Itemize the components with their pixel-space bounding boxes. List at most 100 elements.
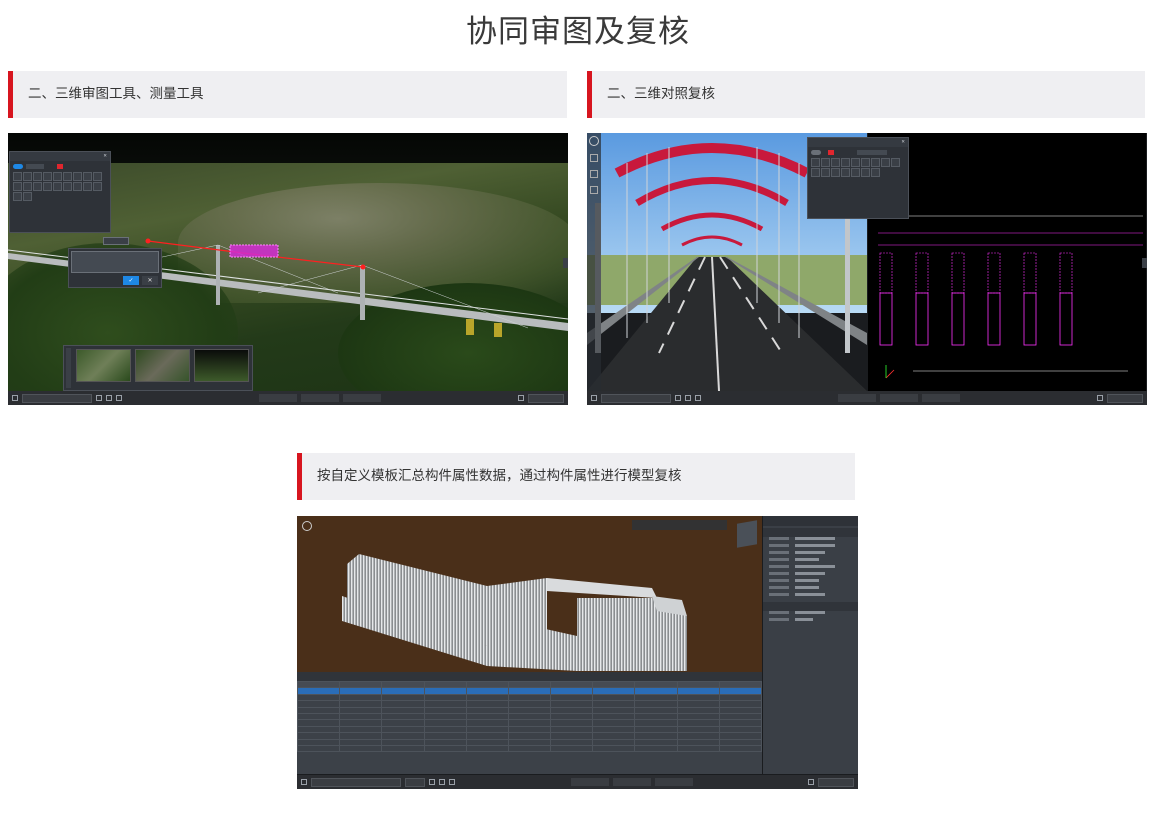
color-swatch[interactable]	[828, 150, 834, 155]
view-select[interactable]	[405, 777, 425, 787]
grid-icon[interactable]	[439, 779, 445, 785]
mode-select[interactable]	[818, 777, 854, 787]
tool-button[interactable]	[33, 182, 42, 191]
mode-select[interactable]	[1107, 393, 1143, 403]
tool-button[interactable]	[63, 182, 72, 191]
bridge-strut	[494, 323, 502, 337]
view-cube[interactable]	[737, 520, 757, 548]
layer-icon[interactable]	[96, 395, 102, 401]
tool-button[interactable]	[13, 192, 22, 201]
status-bar	[587, 391, 1147, 405]
file-icon	[301, 779, 307, 785]
tool-button[interactable]	[831, 158, 840, 167]
tool-button[interactable]	[871, 168, 880, 177]
cad-pier	[951, 252, 965, 294]
tool-button[interactable]	[33, 172, 42, 181]
viewpoint-thumbnail[interactable]	[76, 349, 131, 382]
tool-button[interactable]	[23, 192, 32, 201]
tool-button[interactable]	[83, 182, 92, 191]
toggle-switch[interactable]	[13, 164, 23, 169]
home-icon[interactable]	[302, 521, 312, 531]
tool-button[interactable]	[841, 168, 850, 177]
toggle-field[interactable]	[26, 164, 44, 169]
tool-button[interactable]	[891, 158, 900, 167]
cancel-button[interactable]: ✕	[142, 276, 158, 285]
tool-button[interactable]	[93, 172, 102, 181]
tool-icon[interactable]	[590, 186, 598, 194]
property-row	[763, 611, 858, 618]
annotation-textarea[interactable]	[71, 251, 159, 273]
road-surface	[587, 257, 867, 391]
tool-icon[interactable]	[590, 154, 598, 162]
tool-button[interactable]	[861, 168, 870, 177]
close-icon[interactable]: ✕	[901, 138, 905, 147]
tool-button[interactable]	[861, 158, 870, 167]
grid-icon[interactable]	[106, 395, 112, 401]
annotation-actions: ✓ ✕	[123, 276, 158, 285]
property-row	[763, 544, 858, 551]
screen-icon[interactable]	[1097, 395, 1103, 401]
toggle-switch[interactable]	[811, 150, 821, 155]
tool-button[interactable]	[13, 182, 22, 191]
style-select[interactable]	[857, 150, 887, 155]
tool-button[interactable]	[831, 168, 840, 177]
cad-pile	[915, 292, 929, 346]
screenshot-review-tools: ​ ✕	[8, 133, 568, 405]
tool-button[interactable]	[43, 182, 52, 191]
screen-icon[interactable]	[518, 395, 524, 401]
tool-button[interactable]	[43, 172, 52, 181]
view-toolbar[interactable]	[632, 520, 727, 530]
tool-button[interactable]	[23, 172, 32, 181]
tool-button[interactable]	[841, 158, 850, 167]
table-row[interactable]	[297, 744, 763, 753]
viewpoint-sidebar[interactable]	[66, 348, 71, 388]
settings-icon[interactable]	[116, 395, 122, 401]
tool-button[interactable]	[53, 172, 62, 181]
tool-button[interactable]	[871, 158, 880, 167]
bridge-strut	[466, 319, 474, 335]
mode-select[interactable]	[528, 393, 564, 403]
cad-pile	[951, 292, 965, 346]
color-swatch[interactable]	[57, 164, 63, 169]
tool-icon[interactable]	[590, 170, 598, 178]
tool-button[interactable]	[73, 172, 82, 181]
view-select[interactable]	[22, 393, 92, 403]
tool-button[interactable]	[821, 168, 830, 177]
screen-icon[interactable]	[808, 779, 814, 785]
caption-attributes: 按自定义模板汇总构件属性数据，通过构件属性进行模型复核	[297, 453, 855, 500]
tool-button[interactable]	[881, 158, 890, 167]
settings-icon[interactable]	[449, 779, 455, 785]
collapse-handle[interactable]	[1142, 258, 1147, 268]
layer-icon[interactable]	[675, 395, 681, 401]
property-row	[763, 579, 858, 586]
tool-button[interactable]	[83, 172, 92, 181]
tool-button[interactable]	[851, 158, 860, 167]
home-icon[interactable]	[589, 136, 599, 146]
grid-icon[interactable]	[685, 395, 691, 401]
confirm-button[interactable]: ✓	[123, 276, 139, 285]
review-tool-window: ​ ✕	[9, 151, 111, 233]
tool-button[interactable]	[851, 168, 860, 177]
properties-section-other[interactable]	[763, 602, 858, 611]
tool-window-body	[808, 147, 908, 180]
settings-icon[interactable]	[695, 395, 701, 401]
close-icon[interactable]: ✕	[103, 152, 107, 161]
viewpoint-thumbnail[interactable]	[135, 349, 190, 382]
measure-point	[145, 238, 151, 244]
coordinate-y	[880, 394, 918, 402]
tool-button[interactable]	[53, 182, 62, 191]
tool-button[interactable]	[93, 182, 102, 191]
tool-button[interactable]	[73, 182, 82, 191]
tool-window-toggles	[13, 164, 107, 169]
tool-button[interactable]	[821, 158, 830, 167]
layer-icon[interactable]	[429, 779, 435, 785]
tool-button[interactable]	[811, 168, 820, 177]
tool-button[interactable]	[63, 172, 72, 181]
tool-button[interactable]	[23, 182, 32, 191]
collapse-handle[interactable]	[563, 258, 568, 268]
tool-button[interactable]	[13, 172, 22, 181]
tool-button[interactable]	[811, 158, 820, 167]
properties-section-basic[interactable]	[763, 528, 858, 537]
view-select[interactable]	[601, 393, 671, 403]
viewpoint-thumbnail[interactable]	[194, 349, 249, 382]
